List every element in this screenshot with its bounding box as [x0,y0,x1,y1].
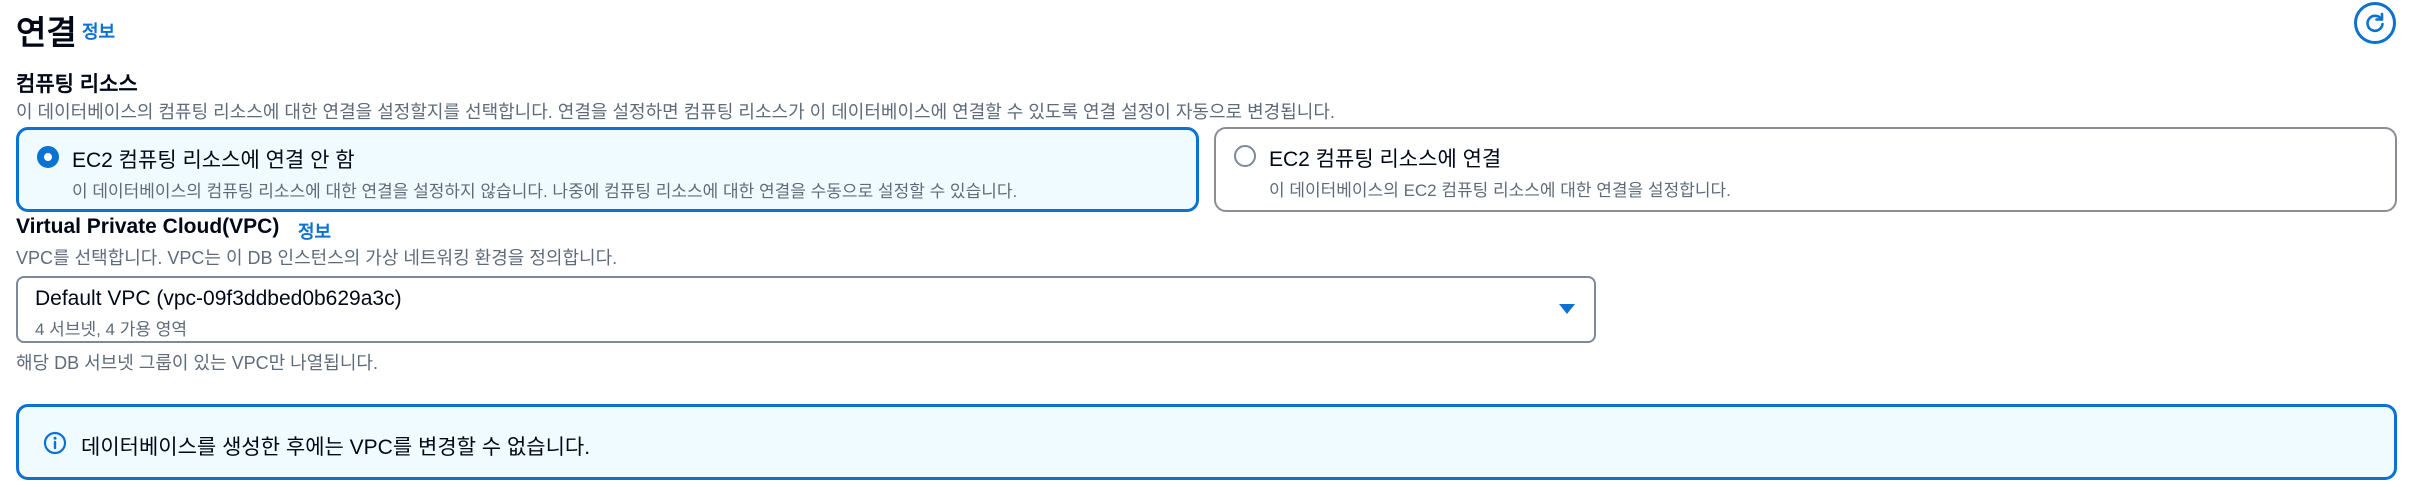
option-connect-ec2[interactable]: EC2 컴퓨팅 리소스에 연결 이 데이터베이스의 EC2 컴퓨팅 리소스에 대… [1214,127,2397,212]
option-connect-ec2-description: 이 데이터베이스의 EC2 컴퓨팅 리소스에 대한 연결을 설정합니다. [1269,181,1731,200]
vpc-description: VPC를 선택합니다. VPC는 이 DB 인스턴스의 가상 네트워킹 환경을 … [16,248,618,268]
compute-resource-label: 컴퓨팅 리소스 [16,73,138,96]
vpc-label: Virtual Private Cloud(VPC) [16,215,280,238]
vpc-hint: 해당 DB 서브넷 그룹이 있는 VPC만 나열됩니다. [16,353,378,373]
section-title: 연결 [16,14,77,51]
alert-text: 데이터베이스를 생성한 후에는 VPC를 변경할 수 없습니다. [81,436,591,459]
radio-connect-ec2[interactable] [1234,145,1256,167]
vpc-info-link[interactable]: 정보 [298,218,331,244]
option-no-ec2-description: 이 데이터베이스의 컴퓨팅 리소스에 대한 연결을 설정하지 않습니다. 나중에… [72,182,1018,201]
option-connect-ec2-title: EC2 컴퓨팅 리소스에 연결 [1269,148,1502,171]
option-no-ec2-title: EC2 컴퓨팅 리소스에 연결 안 함 [72,149,355,172]
vpc-selected-subtext: 4 서브넷, 4 가용 영역 [35,320,188,339]
radio-no-ec2-connection[interactable] [37,146,59,168]
vpc-select[interactable]: Default VPC (vpc-09f3ddbed0b629a3c) 4 서브… [16,276,1596,343]
info-icon [43,431,67,455]
refresh-icon [2366,12,2384,33]
vpc-info-alert: 데이터베이스를 생성한 후에는 VPC를 변경할 수 없습니다. [16,404,2397,480]
option-no-ec2-connection[interactable]: EC2 컴퓨팅 리소스에 연결 안 함 이 데이터베이스의 컴퓨팅 리소스에 대… [16,127,1199,212]
refresh-button[interactable] [2354,2,2396,44]
caret-down-icon [1559,304,1575,314]
compute-resource-description: 이 데이터베이스의 컴퓨팅 리소스에 대한 연결을 설정할지를 선택합니다. 연… [16,102,1335,122]
title-info-link[interactable]: 정보 [82,18,115,44]
vpc-selected-value: Default VPC (vpc-09f3ddbed0b629a3c) [35,287,402,310]
